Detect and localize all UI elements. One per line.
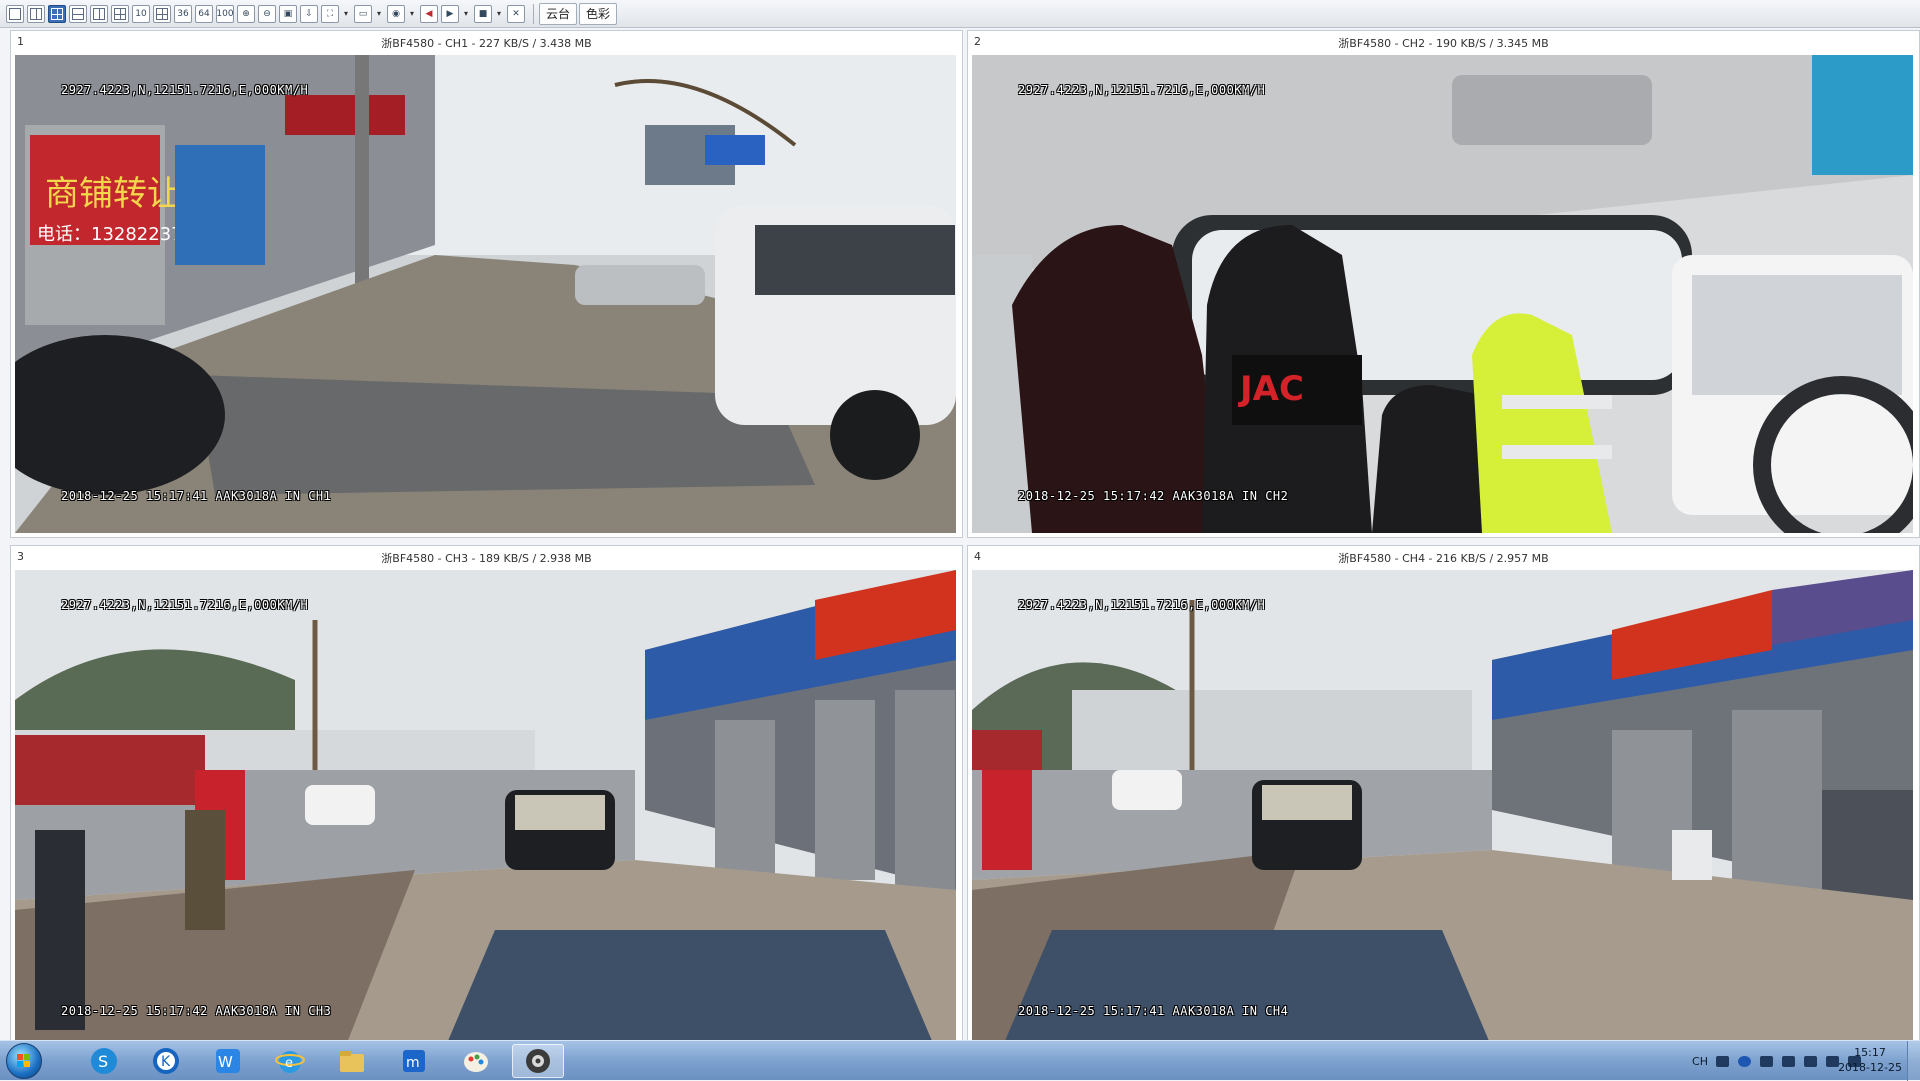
explorer-icon[interactable] bbox=[326, 1044, 378, 1078]
layout-64-button[interactable]: 64 bbox=[195, 4, 213, 23]
zoom-in-icon[interactable]: ⊕ bbox=[237, 4, 255, 23]
timestamp-overlay: 2018-12-25 15:17:42 AAK3018A IN CH3 bbox=[61, 1004, 332, 1018]
wps-icon[interactable]: W bbox=[202, 1044, 254, 1078]
taskbar: S K W e m CH 15:17 2018-12-25 bbox=[0, 1040, 1920, 1081]
camera-capture-icon[interactable]: ◉ bbox=[387, 4, 405, 23]
kugou-icon[interactable]: K bbox=[140, 1044, 192, 1078]
panel-title: 浙BF4580 - CH3 - 189 KB/S / 2.938 MB bbox=[381, 552, 592, 565]
gps-overlay: 2927.4223,N,12151.7216,E,000KM/H bbox=[61, 598, 309, 612]
windows-logo-icon bbox=[17, 1054, 31, 1068]
layout-8-button[interactable] bbox=[90, 4, 108, 23]
svg-text:K: K bbox=[161, 1054, 171, 1070]
layout-36-button[interactable]: 36 bbox=[174, 4, 192, 23]
sync-icon[interactable] bbox=[1804, 1055, 1817, 1067]
layout-2-button[interactable] bbox=[27, 4, 45, 23]
video-panel-2[interactable]: 2 浙BF4580 - CH2 - 190 KB/S / 3.345 MB JA… bbox=[967, 30, 1920, 538]
stop-dropdown-icon[interactable]: ▾ bbox=[495, 9, 503, 18]
jac-logo-text: JAC bbox=[1238, 369, 1304, 409]
svg-text:m: m bbox=[406, 1055, 420, 1071]
layout-6-button[interactable] bbox=[69, 4, 87, 23]
layout-16-button[interactable] bbox=[153, 4, 171, 23]
street-scene-left: 商铺转让 电话：13282237132 bbox=[15, 55, 956, 533]
layout-100-button[interactable]: 100 bbox=[216, 4, 234, 23]
video-player-icon[interactable] bbox=[512, 1044, 564, 1078]
clock-time: 15:17 bbox=[1854, 1046, 1886, 1059]
layout-1-button[interactable] bbox=[6, 4, 24, 23]
video-feed-ch1[interactable]: 商铺转让 电话：13282237132 2927.4223,N,12151.72… bbox=[15, 55, 956, 533]
video-feed-ch4[interactable]: 2927.4223,N,12151.7216,E,000KM/H 2018-12… bbox=[972, 570, 1913, 1048]
security-icon[interactable] bbox=[1782, 1055, 1795, 1067]
toolbar-divider bbox=[533, 3, 534, 24]
network-icon[interactable] bbox=[1826, 1055, 1839, 1067]
panel-title: 浙BF4580 - CH4 - 216 KB/S / 2.957 MB bbox=[1338, 552, 1549, 565]
display-icon[interactable]: ▭ bbox=[354, 4, 372, 23]
cab-interior-scene: JAC bbox=[972, 55, 1913, 533]
input-language-indicator[interactable]: CH bbox=[1692, 1055, 1708, 1068]
shop-sign-text: 商铺转让 bbox=[45, 174, 181, 214]
play-dropdown-icon[interactable]: ▾ bbox=[462, 9, 470, 18]
ptz-button[interactable]: 云台 bbox=[539, 2, 578, 25]
paint-icon[interactable] bbox=[450, 1044, 502, 1078]
show-desktop-button[interactable] bbox=[1907, 1041, 1920, 1081]
toolbar: 10 36 64 100 ⊕ ⊖ ▣ ⇩ ⛶ ▾ ▭ ▾ ◉ ▾ ◀ ▶ ▾ ■… bbox=[0, 0, 1920, 28]
display-dropdown-icon[interactable]: ▾ bbox=[375, 9, 383, 18]
svg-text:e: e bbox=[285, 1056, 293, 1071]
timestamp-overlay: 2018-12-25 15:17:41 AAK3018A IN CH4 bbox=[1018, 1004, 1289, 1018]
clock-date: 2018-12-25 bbox=[1838, 1061, 1902, 1074]
gps-overlay: 2927.4223,N,12151.7216,E,000KM/H bbox=[1018, 598, 1266, 612]
fullscreen-dropdown-icon[interactable]: ▾ bbox=[342, 9, 350, 18]
layout-10-button[interactable]: 10 bbox=[132, 4, 150, 23]
tray-expand-icon[interactable] bbox=[1760, 1055, 1773, 1067]
timestamp-overlay: 2018-12-25 15:17:41 AAK3018A IN CH1 bbox=[61, 489, 332, 503]
video-feed-ch3[interactable]: 2927.4223,N,12151.7216,E,000KM/H 2018-12… bbox=[15, 570, 956, 1048]
help-icon[interactable] bbox=[1738, 1055, 1751, 1067]
download-icon[interactable]: ⇩ bbox=[300, 4, 318, 23]
timestamp-overlay: 2018-12-25 15:17:42 AAK3018A IN CH2 bbox=[1018, 489, 1289, 503]
video-panel-4[interactable]: 4 浙BF4580 - CH4 - 216 KB/S / 2.957 MB 29… bbox=[967, 545, 1920, 1053]
panel-header: 1 浙BF4580 - CH1 - 227 KB/S / 3.438 MB bbox=[11, 31, 962, 53]
street-scene-rear-right bbox=[972, 570, 1913, 1048]
ie-icon[interactable]: e bbox=[264, 1044, 316, 1078]
panel-header: 4 浙BF4580 - CH4 - 216 KB/S / 2.957 MB bbox=[968, 546, 1919, 568]
panel-header: 2 浙BF4580 - CH2 - 190 KB/S / 3.345 MB bbox=[968, 31, 1919, 53]
svg-text:S: S bbox=[98, 1052, 108, 1071]
gps-overlay: 2927.4223,N,12151.7216,E,000KM/H bbox=[61, 83, 309, 97]
keyboard-icon[interactable] bbox=[1716, 1055, 1729, 1067]
color-button[interactable]: 色彩 bbox=[579, 2, 618, 25]
fullscreen-icon[interactable]: ⛶ bbox=[321, 4, 339, 23]
sogou-icon[interactable]: S bbox=[78, 1044, 130, 1078]
maxthon-icon[interactable]: m bbox=[388, 1044, 440, 1078]
audio-icon[interactable]: ◀ bbox=[420, 4, 438, 23]
video-feed-ch2[interactable]: JAC 2927.4223,N,12151.7216,E,000KM/H 201… bbox=[972, 55, 1913, 533]
svg-text:W: W bbox=[218, 1053, 233, 1071]
system-clock[interactable]: 15:17 2018-12-25 bbox=[1838, 1045, 1902, 1075]
zoom-out-icon[interactable]: ⊖ bbox=[258, 4, 276, 23]
capture-dropdown-icon[interactable]: ▾ bbox=[408, 9, 416, 18]
panel-header: 3 浙BF4580 - CH3 - 189 KB/S / 2.938 MB bbox=[11, 546, 962, 568]
start-button[interactable] bbox=[6, 1043, 42, 1079]
play-icon[interactable]: ▶ bbox=[441, 4, 459, 23]
stop-icon[interactable]: ■ bbox=[474, 4, 492, 23]
street-scene-rear bbox=[15, 570, 956, 1048]
panel-title: 浙BF4580 - CH1 - 227 KB/S / 3.438 MB bbox=[381, 37, 592, 50]
layout-9-button[interactable] bbox=[111, 4, 129, 23]
video-panel-1[interactable]: 1 浙BF4580 - CH1 - 227 KB/S / 3.438 MB 商铺… bbox=[10, 30, 963, 538]
video-panel-3[interactable]: 3 浙BF4580 - CH3 - 189 KB/S / 2.938 MB 29… bbox=[10, 545, 963, 1053]
record-icon[interactable]: ▣ bbox=[279, 4, 297, 23]
panel-title: 浙BF4580 - CH2 - 190 KB/S / 3.345 MB bbox=[1338, 37, 1549, 50]
layout-4-button[interactable] bbox=[48, 4, 66, 23]
gps-overlay: 2927.4223,N,12151.7216,E,000KM/H bbox=[1018, 83, 1266, 97]
multi-split-icon[interactable]: ✕ bbox=[507, 4, 525, 23]
